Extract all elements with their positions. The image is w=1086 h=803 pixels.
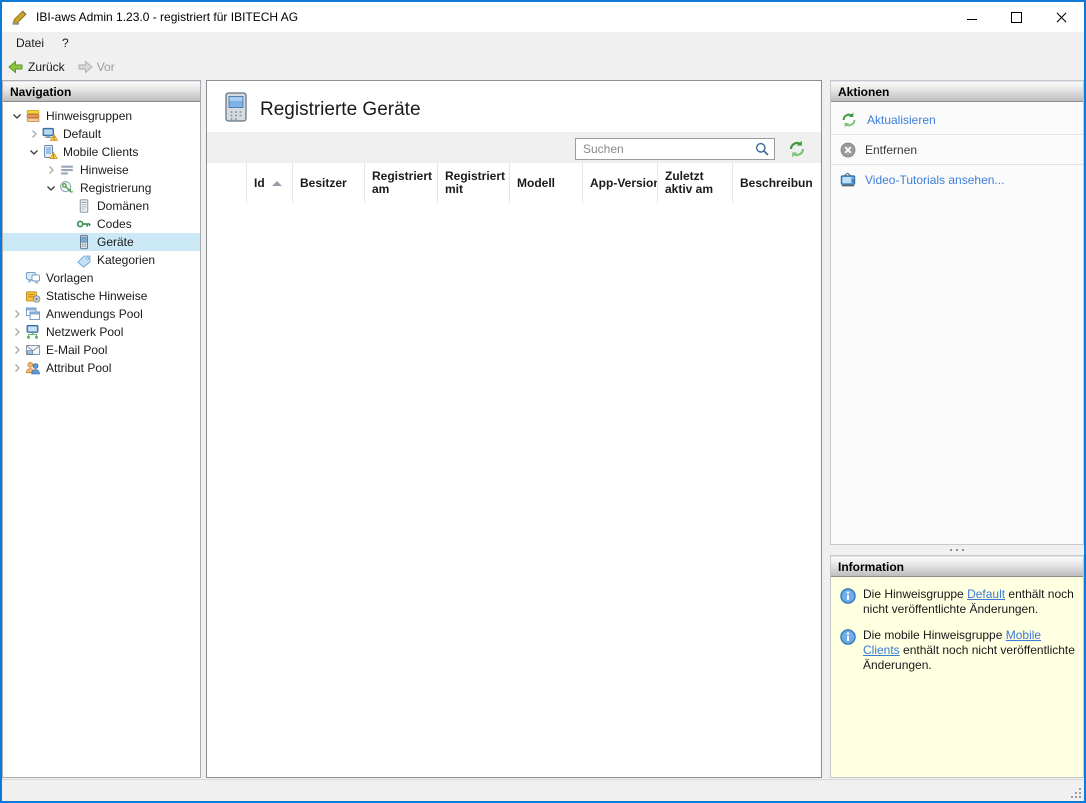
app-pool-icon [25, 306, 41, 322]
tree-item-hinweisgruppen[interactable]: Hinweisgruppen [3, 107, 200, 125]
tree-item-hinweise[interactable]: Hinweise [3, 161, 200, 179]
column-header-registriert-am[interactable]: Registriert am [365, 163, 438, 203]
network-pool-icon [25, 324, 41, 340]
info-icon [840, 629, 856, 645]
forward-arrow-icon [78, 60, 93, 74]
main-panel: Registrierte Geräte Id Besitzer Registri… [206, 80, 822, 778]
search-input[interactable] [576, 142, 754, 156]
tree-item-registrierung[interactable]: Registrierung [3, 179, 200, 197]
column-header-zuletzt-aktiv[interactable]: Zuletzt aktiv am [658, 163, 733, 203]
chevron-expanded-icon[interactable] [9, 108, 25, 124]
table-header: Id Besitzer Registriert am Registriert m… [207, 163, 821, 204]
key-icon [76, 216, 92, 232]
minimize-icon [966, 19, 977, 21]
notes-icon [59, 162, 75, 178]
tree-item-default[interactable]: Default [3, 125, 200, 143]
close-icon [1056, 12, 1067, 22]
column-header-registriert-mit[interactable]: Registriert mit [438, 163, 510, 203]
info-link-default[interactable]: Default [967, 587, 1005, 601]
column-header-besitzer[interactable]: Besitzer [293, 163, 365, 203]
mobile-device-icon [225, 92, 247, 122]
title-bar: IBI-aws Admin 1.23.0 - registriert für I… [2, 2, 1084, 32]
menu-bar: Datei ? [2, 32, 1084, 54]
tree-item-netzwerk-pool[interactable]: Netzwerk Pool [3, 323, 200, 341]
close-button[interactable] [1039, 2, 1084, 32]
toolbar: Zurück Vor [2, 54, 1084, 80]
chevron-collapsed-icon[interactable] [9, 324, 25, 340]
maximize-button[interactable] [994, 2, 1039, 32]
chevron-expanded-icon[interactable] [26, 144, 42, 160]
action-entfernen[interactable]: Entfernen [831, 135, 1083, 165]
status-bar [2, 779, 1084, 801]
chevron-collapsed-icon[interactable] [9, 306, 25, 322]
chevron-collapsed-icon[interactable] [26, 126, 42, 142]
tree-item-kategorien[interactable]: Kategorien [3, 251, 200, 269]
action-aktualisieren[interactable]: Aktualisieren [831, 105, 1083, 135]
remove-icon [840, 142, 856, 157]
forward-button[interactable]: Vor [71, 55, 121, 79]
tree-item-email-pool[interactable]: E-Mail Pool [3, 341, 200, 359]
chevron-collapsed-icon[interactable] [9, 360, 25, 376]
information-panel: Information Die Hinweisgruppe Default en… [830, 555, 1084, 778]
monitor-warning-icon [42, 126, 58, 142]
navigation-tree: Hinweisgruppen Default Mobile Clients Hi… [3, 102, 200, 777]
table-body-empty[interactable] [207, 203, 821, 777]
action-video-tutorials[interactable]: Video-Tutorials ansehen... [831, 165, 1083, 195]
tree-item-anwendungs-pool[interactable]: Anwendungs Pool [3, 305, 200, 323]
email-pool-icon [25, 342, 41, 358]
registration-icon [59, 180, 75, 196]
video-icon [840, 172, 856, 187]
navigation-panel-header: Navigation [3, 81, 200, 102]
tree-item-codes[interactable]: Codes [3, 215, 200, 233]
actions-panel: Aktionen Aktualisieren Entfernen Video-T… [830, 80, 1084, 545]
right-sidebar: Aktionen Aktualisieren Entfernen Video-T… [830, 80, 1084, 778]
app-icon [11, 9, 28, 26]
chevron-collapsed-icon[interactable] [43, 162, 59, 178]
refresh-button[interactable] [787, 139, 807, 159]
static-notes-icon [25, 288, 41, 304]
menu-datei[interactable]: Datei [7, 32, 53, 54]
info-note: Die mobile Hinweisgruppe Mobile Clients … [840, 628, 1075, 673]
mobile-warning-icon [42, 144, 58, 160]
chevron-collapsed-icon[interactable] [9, 342, 25, 358]
menu-help[interactable]: ? [53, 32, 78, 54]
back-button[interactable]: Zurück [2, 55, 71, 79]
tree-item-geraete[interactable]: Geräte [3, 233, 200, 251]
column-header-app-version[interactable]: App-Version [583, 163, 658, 203]
column-header-modell[interactable]: Modell [510, 163, 583, 203]
tree-item-mobile-clients[interactable]: Mobile Clients [3, 143, 200, 161]
panel-splitter[interactable] [830, 545, 1084, 555]
refresh-icon [789, 140, 805, 158]
navigation-panel: Navigation Hinweisgruppen Default Mobile… [2, 80, 201, 778]
search-band [207, 132, 821, 163]
tree-item-vorlagen[interactable]: Vorlagen [3, 269, 200, 287]
column-header-beschreibung[interactable]: Beschreibun [733, 163, 821, 203]
information-panel-header: Information [831, 556, 1083, 577]
resize-grip-icon[interactable] [1069, 786, 1081, 798]
column-header-selector[interactable] [207, 163, 247, 203]
page-title: Registrierte Geräte [260, 99, 421, 120]
actions-panel-header: Aktionen [831, 81, 1083, 102]
sort-asc-icon [272, 180, 282, 186]
tag-icon [76, 252, 92, 268]
templates-icon [25, 270, 41, 286]
tree-item-statische-hinweise[interactable]: Statische Hinweise [3, 287, 200, 305]
search-box [575, 138, 775, 160]
info-note: Die Hinweisgruppe Default enthält noch n… [840, 587, 1075, 617]
tree-item-domaenen[interactable]: Domänen [3, 197, 200, 215]
refresh-icon [842, 111, 856, 128]
minimize-button[interactable] [949, 2, 994, 32]
chevron-expanded-icon[interactable] [43, 180, 59, 196]
layers-icon [25, 108, 41, 124]
domain-icon [76, 198, 92, 214]
device-icon [76, 234, 92, 250]
maximize-icon [1011, 11, 1022, 23]
window-title: IBI-aws Admin 1.23.0 - registriert für I… [36, 10, 299, 24]
search-icon[interactable] [754, 141, 770, 157]
tree-item-attribut-pool[interactable]: Attribut Pool [3, 359, 200, 377]
back-arrow-icon [8, 60, 23, 74]
attribut-pool-icon [25, 360, 41, 376]
column-header-id[interactable]: Id [247, 163, 293, 203]
info-icon [840, 588, 856, 604]
